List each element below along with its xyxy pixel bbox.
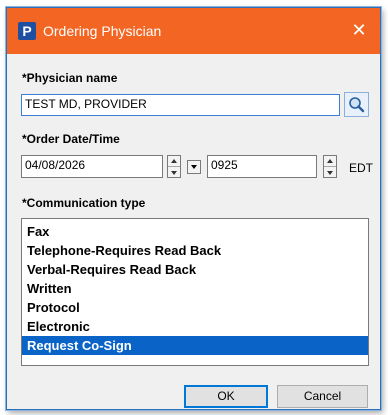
time-spin-down-button[interactable]	[324, 167, 336, 178]
list-item-request-co-sign[interactable]: Request Co-Sign	[22, 336, 368, 355]
ordering-physician-dialog: P Ordering Physician ✕ *Physician name T…	[6, 7, 381, 410]
date-spin-up-button[interactable]	[168, 156, 180, 167]
chevron-down-icon	[191, 165, 197, 169]
communication-type-label: *Communication type	[22, 196, 146, 210]
physician-name-input[interactable]: TEST MD, PROVIDER	[21, 94, 340, 116]
list-item-fax[interactable]: Fax	[22, 222, 368, 241]
physician-name-label: *Physician name	[22, 71, 118, 85]
timezone-label: EDT	[349, 161, 373, 175]
dialog-title: Ordering Physician	[43, 23, 162, 39]
title-bar[interactable]: P Ordering Physician ✕	[7, 8, 380, 54]
cancel-button[interactable]: Cancel	[277, 385, 368, 408]
magnifier-icon	[349, 97, 365, 113]
order-time-input[interactable]: 0925	[207, 155, 317, 178]
list-item-telephone-read-back[interactable]: Telephone-Requires Read Back	[22, 241, 368, 260]
time-spin-up-button[interactable]	[324, 156, 336, 167]
list-item-verbal-read-back[interactable]: Verbal-Requires Read Back	[22, 260, 368, 279]
close-icon[interactable]: ✕	[348, 19, 370, 41]
search-button[interactable]	[344, 92, 369, 117]
list-item-protocol[interactable]: Protocol	[22, 298, 368, 317]
order-datetime-label: *Order Date/Time	[22, 132, 120, 146]
time-spinner[interactable]	[323, 155, 337, 178]
order-date-input[interactable]: 04/08/2026	[21, 155, 163, 178]
date-spinner[interactable]	[167, 155, 181, 178]
ok-button[interactable]: OK	[184, 385, 268, 408]
spin-up-icon	[327, 159, 333, 163]
app-logo-icon: P	[18, 22, 36, 40]
spin-down-icon	[171, 170, 177, 175]
date-dropdown-button[interactable]	[187, 160, 201, 174]
spin-up-icon	[171, 159, 177, 163]
spin-down-icon	[327, 170, 333, 175]
communication-type-list[interactable]: Fax Telephone-Requires Read Back Verbal-…	[21, 218, 369, 366]
list-item-written[interactable]: Written	[22, 279, 368, 298]
date-spin-down-button[interactable]	[168, 167, 180, 178]
list-item-electronic[interactable]: Electronic	[22, 317, 368, 336]
